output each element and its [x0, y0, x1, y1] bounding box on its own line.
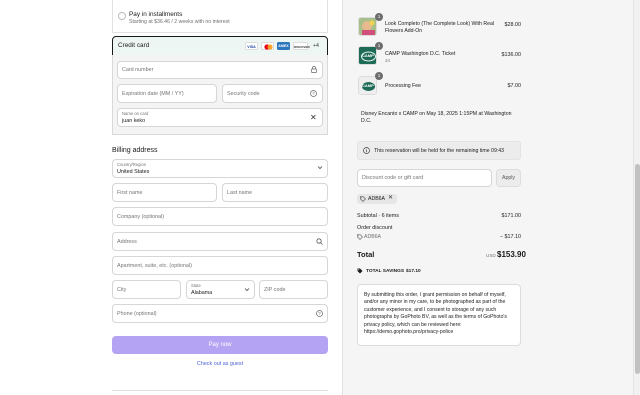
svg-text:?: ? — [318, 311, 321, 316]
total-savings-label: TOTAL SAVINGS — [366, 269, 405, 274]
lock-icon — [311, 66, 317, 75]
item-thumbnail-text: CAMP — [362, 83, 374, 88]
chevron-down-icon — [317, 165, 323, 172]
security-code-placeholder: Security code — [227, 91, 260, 97]
first-name-placeholder: First name — [117, 190, 143, 196]
order-discount-code: ADB6A — [364, 234, 382, 240]
event-description: Disney Encanto x CAMP on May 18, 2025 1:… — [361, 111, 512, 125]
subtotal-value: $171.00 — [501, 213, 522, 219]
page-scrollbar[interactable] — [633, 0, 640, 395]
chevron-down-icon — [244, 287, 250, 294]
address-field[interactable] — [112, 232, 328, 251]
installments-radio[interactable] — [118, 12, 126, 20]
total-value: $153.90 — [497, 250, 526, 259]
remove-discount-icon[interactable]: ✕ — [388, 195, 393, 201]
card-number-placeholder: Card number — [122, 67, 154, 73]
item-price: $28.00 — [504, 22, 522, 28]
phone-placeholder: Phone (optional) — [117, 311, 157, 317]
item-quantity-badge: 1 — [375, 13, 383, 21]
billing-address-heading: Billing address — [112, 147, 158, 154]
address-placeholder: Address — [117, 239, 137, 245]
consent-notice-text: By submitting this order, I grant permis… — [364, 292, 507, 336]
item-name: Look Completo (The Complete Look) With R… — [385, 21, 494, 34]
item-price: $136.00 — [501, 52, 522, 58]
state-value: Alabama — [191, 290, 213, 296]
total-savings-value: $17.10 — [406, 269, 421, 274]
tag-icon — [357, 234, 363, 242]
savings-tag-icon — [357, 268, 363, 276]
city-placeholder: City — [117, 287, 127, 293]
item-thumbnail-text: CAMP — [362, 53, 374, 58]
name-on-card-value: juan keko — [122, 118, 146, 124]
more-card-logos: +4 — [313, 43, 319, 49]
country-value: United States — [117, 169, 150, 175]
item-quantity-badge: 1 — [375, 72, 383, 80]
discount-chip-code: ADB6A — [368, 196, 386, 202]
reservation-timer-text: This reservation will be held for the re… — [374, 148, 505, 154]
item-quantity-badge: 1 — [375, 42, 383, 50]
total-currency: USD — [486, 253, 496, 258]
search-icon — [316, 238, 323, 247]
help-circle-icon[interactable]: ? — [310, 90, 317, 99]
total-label: Total — [357, 250, 375, 259]
item-name: Processing Fee — [385, 83, 422, 89]
item-variant: 34 — [385, 58, 390, 63]
discover-logo: DISCOVER — [293, 42, 310, 50]
apartment-placeholder: Apartment, suite, etc. (optional) — [117, 263, 192, 269]
last-name-placeholder: Last name — [227, 190, 253, 196]
svg-text:?: ? — [312, 91, 315, 96]
item-price: $7.00 — [507, 83, 522, 89]
country-label: Country/Region — [117, 162, 147, 167]
tag-icon — [360, 196, 366, 204]
subtotal-label: Subtotal · 6 items — [357, 213, 399, 219]
help-circle-icon[interactable]: ? — [316, 310, 323, 319]
order-discount-label: Order discount — [357, 225, 393, 231]
installments-subtitle: Starting at $36.46 / 2 weeks with no int… — [129, 19, 230, 25]
expiration-date-placeholder: Expiration date (MM / YY) — [122, 91, 184, 97]
checkout-form-panel: Pay in installments Starting at $36.46 /… — [0, 0, 343, 395]
mastercard-logo — [261, 42, 274, 50]
info-icon — [363, 147, 370, 156]
clear-icon[interactable]: ✕ — [310, 114, 317, 122]
amex-logo: AMEX — [277, 42, 290, 50]
installments-title: Pay in installments — [129, 11, 183, 18]
item-name: CAMP Washington D.C. Ticket — [385, 51, 456, 57]
order-discount-value: − $17.10 — [499, 234, 521, 240]
company-placeholder: Company (optional) — [117, 214, 165, 220]
pay-now-button[interactable]: Pay now — [112, 336, 328, 354]
discount-code-placeholder: Discount code or gift card — [362, 175, 424, 181]
credit-card-label: Credit card — [118, 42, 150, 49]
visa-logo: VISA — [245, 42, 258, 50]
scrollbar-thumb[interactable] — [635, 164, 640, 374]
name-on-card-label: Name on card — [122, 111, 149, 116]
divider — [112, 390, 328, 391]
state-label: State — [191, 283, 201, 288]
checkout-as-guest-link[interactable]: Check out as guest — [112, 361, 328, 367]
zip-code-placeholder: ZIP code — [264, 287, 286, 293]
apply-discount-button[interactable]: Apply — [496, 169, 521, 187]
item-thumbnail — [358, 17, 377, 36]
